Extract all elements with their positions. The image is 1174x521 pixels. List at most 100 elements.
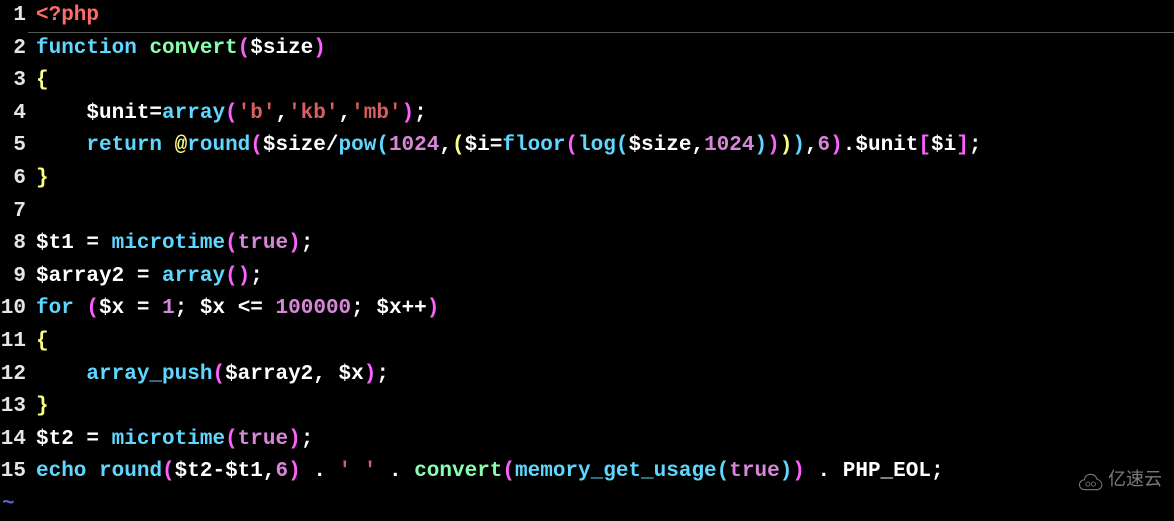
token: 'mb' xyxy=(351,102,401,125)
token: ) xyxy=(767,134,780,157)
token: . xyxy=(843,134,856,157)
token xyxy=(376,460,389,483)
line-content[interactable]: function convert($size) xyxy=(28,33,326,66)
code-line[interactable]: 9$array2 = array(); xyxy=(0,261,1174,294)
code-line[interactable]: 1<?php xyxy=(0,0,1174,33)
token: ; xyxy=(414,102,427,125)
line-content[interactable]: $t1 = microtime(true); xyxy=(28,228,313,261)
token: ) xyxy=(288,232,301,255)
token: ) xyxy=(313,37,326,60)
token: ) xyxy=(792,460,805,483)
token: ( xyxy=(717,460,730,483)
token: 'b' xyxy=(238,102,276,125)
token: ( xyxy=(86,297,99,320)
token: ( xyxy=(250,134,263,157)
token: $t1 xyxy=(36,232,86,255)
token: ; xyxy=(175,297,188,320)
token xyxy=(162,134,175,157)
token: $size xyxy=(263,134,326,157)
line-content[interactable]: $unit=array('b','kb','mb'); xyxy=(28,98,427,131)
line-content[interactable]: $t2 = microtime(true); xyxy=(28,424,313,457)
line-content[interactable] xyxy=(28,196,36,229)
line-content[interactable]: <?php xyxy=(28,0,1174,33)
token: convert xyxy=(149,37,237,60)
token: round xyxy=(99,460,162,483)
code-editor[interactable]: 1<?php2function convert($size)3{4 $unit=… xyxy=(0,0,1174,521)
token: ) xyxy=(792,134,805,157)
line-content[interactable]: return @round($size/pow(1024,($i=floor(l… xyxy=(28,130,981,163)
token: } xyxy=(36,167,49,190)
line-number: 7 xyxy=(0,196,28,229)
token: $i xyxy=(465,134,490,157)
token xyxy=(36,134,86,157)
line-content[interactable]: $array2 = array(); xyxy=(28,261,263,294)
line-content[interactable]: { xyxy=(28,326,49,359)
code-line[interactable]: 15echo round($t2-$t1,6) . ' ' . convert(… xyxy=(0,456,1174,489)
token: log xyxy=(578,134,616,157)
token: { xyxy=(36,69,49,92)
token: , xyxy=(263,460,276,483)
code-line[interactable]: 14$t2 = microtime(true); xyxy=(0,424,1174,457)
token: $unit xyxy=(855,134,918,157)
token: 6 xyxy=(818,134,831,157)
token: 100000 xyxy=(276,297,352,320)
line-number: 2 xyxy=(0,33,28,66)
line-content[interactable]: array_push($array2, $x); xyxy=(28,359,389,392)
token: ; xyxy=(301,428,314,451)
token: , xyxy=(339,102,352,125)
token: 1024 xyxy=(704,134,754,157)
line-content[interactable]: echo round($t2-$t1,6) . ' ' . convert(me… xyxy=(28,456,944,489)
line-number: 6 xyxy=(0,163,28,196)
token: $t2 xyxy=(175,460,213,483)
token: ( xyxy=(502,460,515,483)
code-line[interactable]: 11{ xyxy=(0,326,1174,359)
code-line[interactable]: 10for ($x = 1; $x <= 100000; $x++) xyxy=(0,293,1174,326)
token: ) xyxy=(238,265,251,288)
token: ; xyxy=(969,134,982,157)
token: = xyxy=(86,428,99,451)
line-content[interactable]: } xyxy=(28,391,49,424)
token: $t2 xyxy=(36,428,86,451)
token: ) xyxy=(755,134,768,157)
code-line[interactable]: 6} xyxy=(0,163,1174,196)
line-number: 8 xyxy=(0,228,28,261)
token: - xyxy=(212,460,225,483)
token: [ xyxy=(918,134,931,157)
line-content[interactable]: } xyxy=(28,163,49,196)
token xyxy=(86,460,99,483)
token: { xyxy=(36,330,49,353)
token: ( xyxy=(225,428,238,451)
token: = xyxy=(149,102,162,125)
token xyxy=(326,460,339,483)
token: . xyxy=(818,460,831,483)
code-line[interactable]: 5 return @round($size/pow(1024,($i=floor… xyxy=(0,130,1174,163)
token: ; xyxy=(931,460,944,483)
code-line[interactable]: 12 array_push($array2, $x); xyxy=(0,359,1174,392)
token: memory_get_usage xyxy=(515,460,717,483)
token: ) xyxy=(288,428,301,451)
token: convert xyxy=(414,460,502,483)
token: $i xyxy=(931,134,956,157)
token: floor xyxy=(502,134,565,157)
token: $x xyxy=(187,297,237,320)
token: $array2 xyxy=(36,265,137,288)
code-line[interactable]: 7 xyxy=(0,196,1174,229)
code-line[interactable]: 13} xyxy=(0,391,1174,424)
token: true xyxy=(238,428,288,451)
token xyxy=(149,265,162,288)
token: function xyxy=(36,37,137,60)
token: array xyxy=(162,265,225,288)
code-line[interactable]: 4 $unit=array('b','kb','mb'); xyxy=(0,98,1174,131)
token: ( xyxy=(452,134,465,157)
token: ) xyxy=(427,297,440,320)
token xyxy=(74,297,87,320)
code-line[interactable]: 8$t1 = microtime(true); xyxy=(0,228,1174,261)
token: <?php xyxy=(36,4,99,27)
token: = xyxy=(490,134,503,157)
code-line[interactable]: 2function convert($size) xyxy=(0,33,1174,66)
code-line[interactable]: 3{ xyxy=(0,65,1174,98)
line-content[interactable]: { xyxy=(28,65,49,98)
token: array_push xyxy=(86,363,212,386)
line-content[interactable]: for ($x = 1; $x <= 100000; $x++) xyxy=(28,293,439,326)
token xyxy=(301,460,314,483)
